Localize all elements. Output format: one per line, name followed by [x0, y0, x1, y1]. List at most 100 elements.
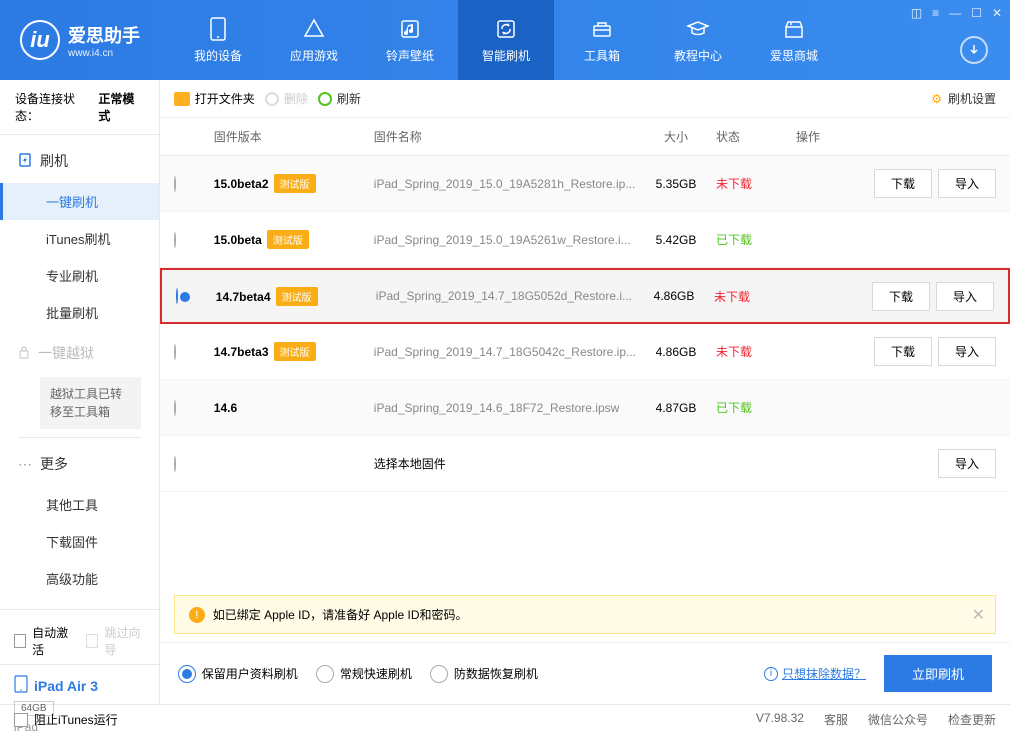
service-link[interactable]: 客服 [824, 711, 848, 728]
appstore-icon [302, 17, 326, 41]
refresh-button[interactable]: 刷新 [318, 90, 361, 107]
lock-icon [18, 345, 30, 362]
row-radio[interactable] [176, 288, 178, 304]
row-radio[interactable] [174, 456, 176, 472]
connection-status: 设备连接状态： 正常模式 [0, 80, 159, 135]
header-status: 状态 [716, 128, 796, 145]
refresh-small-icon [318, 92, 332, 106]
options-bar: 保留用户资料刷机 常规快速刷机 防数据恢复刷机 i 只想抹除数据？ 立即刷机 [160, 642, 1010, 704]
sidebar-item-other-tools[interactable]: 其他工具 [0, 486, 159, 523]
minimize-icon[interactable]: — [949, 6, 961, 20]
nav-my-device[interactable]: 我的设备 [170, 0, 266, 80]
import-button[interactable]: 导入 [936, 282, 994, 311]
skip-guide-checkbox[interactable] [86, 634, 98, 648]
firmware-row[interactable]: 14.6 iPad_Spring_2019_14.6_18F72_Restore… [160, 380, 1010, 436]
flash-settings-button[interactable]: ⚙ 刷机设置 [931, 90, 996, 107]
flash-icon [18, 153, 32, 170]
import-button[interactable]: 导入 [938, 449, 996, 478]
open-folder-button[interactable]: 打开文件夹 [174, 90, 255, 107]
import-button[interactable]: 导入 [938, 337, 996, 366]
window-controls: ◫ ≡ — ☐ ✕ [911, 6, 1002, 20]
header-name: 固件名称 [374, 128, 636, 145]
sidebar-item-pro[interactable]: 专业刷机 [0, 257, 159, 294]
folder-icon [174, 92, 190, 106]
radio-icon [178, 665, 196, 683]
nav-toolbox[interactable]: 工具箱 [554, 0, 650, 80]
skip-guide-label: 跳过向导 [104, 624, 144, 658]
info-icon: i [764, 667, 778, 681]
import-button[interactable]: 导入 [938, 169, 996, 198]
nav-apps[interactable]: 应用游戏 [266, 0, 362, 80]
more-icon: ⋯ [18, 456, 32, 473]
note-close-icon[interactable]: ✕ [972, 605, 985, 625]
nav-store[interactable]: 爱思商城 [746, 0, 842, 80]
nav-smart-flash[interactable]: 智能刷机 [458, 0, 554, 80]
sidebar-item-download-fw[interactable]: 下载固件 [0, 523, 159, 560]
sidebar-item-onekey[interactable]: 一键刷机 [0, 183, 159, 220]
auto-activate-checkbox[interactable] [14, 634, 26, 648]
erase-link[interactable]: i 只想抹除数据？ [764, 665, 866, 682]
toolbox-icon [590, 17, 614, 41]
firmware-row[interactable]: 14.7beta4测试版 iPad_Spring_2019_14.7_18G50… [160, 268, 1010, 324]
local-firmware-row[interactable]: 选择本地固件 导入 [160, 436, 1010, 492]
device-name: iPad Air 3 [34, 678, 98, 694]
maximize-icon[interactable]: ☐ [971, 6, 982, 20]
gear-icon: ⚙ [931, 92, 942, 106]
sidebar-more-head[interactable]: ⋯ 更多 [0, 446, 159, 482]
firmware-row[interactable]: 14.7beta3测试版 iPad_Spring_2019_14.7_18G50… [160, 324, 1010, 380]
refresh-icon [494, 17, 518, 41]
nav-tutorial[interactable]: 教程中心 [650, 0, 746, 80]
sidebar-item-batch[interactable]: 批量刷机 [0, 294, 159, 331]
menu-icon[interactable]: ≡ [932, 6, 939, 20]
music-icon [398, 17, 422, 41]
main-nav: 我的设备 应用游戏 铃声壁纸 智能刷机 工具箱 教程中心 爱思商城 [170, 0, 842, 80]
row-radio[interactable] [174, 232, 176, 248]
toolbar: 打开文件夹 删除 刷新 ⚙ 刷机设置 [160, 80, 1010, 118]
connection-status-value: 正常模式 [98, 90, 143, 124]
row-radio[interactable] [174, 344, 176, 360]
check-update-link[interactable]: 检查更新 [948, 711, 996, 728]
block-itunes-checkbox[interactable] [14, 713, 28, 727]
table-header: 固件版本 固件名称 大小 状态 操作 [160, 118, 1010, 156]
header-version: 固件版本 [214, 128, 374, 145]
opt-anti-recovery[interactable]: 防数据恢复刷机 [430, 665, 538, 683]
opt-keep-data[interactable]: 保留用户资料刷机 [178, 665, 298, 683]
header-ops: 操作 [796, 128, 996, 145]
firmware-row[interactable]: 15.0beta测试版 iPad_Spring_2019_15.0_19A526… [160, 212, 1010, 268]
download-button[interactable]: 下载 [874, 337, 932, 366]
delete-icon [265, 92, 279, 106]
firmware-row[interactable]: 15.0beta2测试版 iPad_Spring_2019_15.0_19A52… [160, 156, 1010, 212]
app-url: www.i4.cn [68, 48, 140, 59]
app-title: 爱思助手 [68, 22, 140, 48]
app-header: iu 爱思助手 www.i4.cn 我的设备 应用游戏 铃声壁纸 智能刷机 工具… [0, 0, 1010, 80]
wechat-link[interactable]: 微信公众号 [868, 711, 928, 728]
app-logo: iu 爱思助手 www.i4.cn [0, 20, 160, 60]
sidebar-jailbreak-head: 一键越狱 [0, 335, 159, 371]
flash-now-button[interactable]: 立即刷机 [884, 655, 992, 692]
jailbreak-note: 越狱工具已转移至工具箱 [40, 377, 141, 429]
device-info: iPad Air 3 64GB iPad [0, 664, 159, 744]
phone-icon [206, 17, 230, 41]
block-itunes-label: 阻止iTunes运行 [34, 711, 118, 728]
sidebar-item-itunes[interactable]: iTunes刷机 [0, 220, 159, 257]
sidebar: 设备连接状态： 正常模式 刷机 一键刷机 iTunes刷机 专业刷机 批量刷机 … [0, 80, 160, 704]
download-button[interactable]: 下载 [872, 282, 930, 311]
header-size: 大小 [636, 128, 716, 145]
nav-ringtones[interactable]: 铃声壁纸 [362, 0, 458, 80]
radio-icon [430, 665, 448, 683]
delete-button[interactable]: 删除 [265, 90, 308, 107]
apple-id-note: ! 如已绑定 Apple ID，请准备好 Apple ID和密码。 ✕ [174, 595, 996, 634]
warning-icon: ! [189, 607, 205, 623]
sidebar-item-advanced[interactable]: 高级功能 [0, 560, 159, 597]
skin-icon[interactable]: ◫ [911, 6, 922, 20]
row-radio[interactable] [174, 176, 176, 192]
version-label: V7.98.32 [756, 711, 804, 728]
row-radio[interactable] [174, 400, 176, 416]
download-circle-icon[interactable] [960, 36, 988, 64]
opt-normal-flash[interactable]: 常规快速刷机 [316, 665, 412, 683]
sidebar-flash-head[interactable]: 刷机 [0, 143, 159, 179]
download-button[interactable]: 下载 [874, 169, 932, 198]
close-icon[interactable]: ✕ [992, 6, 1002, 20]
radio-icon [316, 665, 334, 683]
logo-icon: iu [20, 20, 60, 60]
